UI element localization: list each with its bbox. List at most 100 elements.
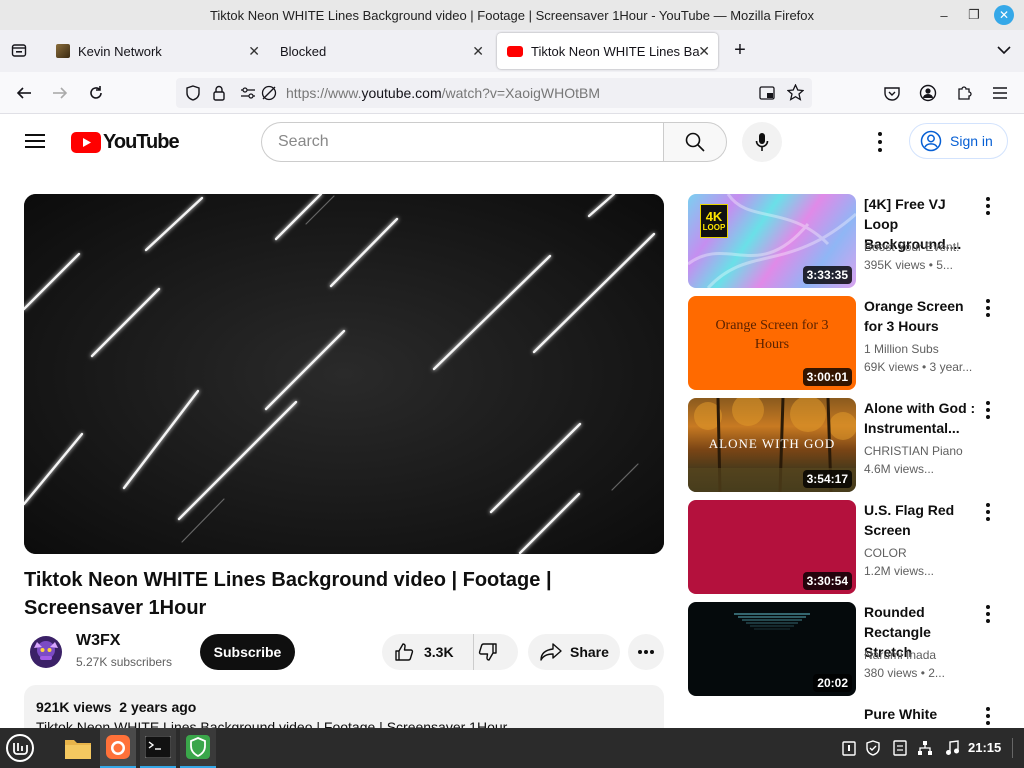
tracking-protection-shield-icon[interactable] — [186, 85, 200, 106]
recommendation-item[interactable]: Pure White — [688, 704, 1008, 728]
recommendation-more-icon[interactable] — [980, 196, 996, 216]
recommendation-channel[interactable]: CHRISTIAN Piano — [864, 444, 984, 458]
recommendation-channel[interactable]: Narumi Inada — [864, 648, 984, 662]
recommendation-thumbnail[interactable]: ALONE WITH GOD 3:54:17 — [688, 398, 856, 492]
thumbnail-text: Orange Screen for 3 Hours — [715, 318, 829, 352]
youtube-header: YouTube Search Sign in — [0, 114, 1024, 170]
tab-blocked[interactable]: Blocked ✕ — [270, 33, 492, 69]
security-shield-tray-icon[interactable] — [864, 739, 882, 757]
recommendation-more-icon[interactable] — [980, 706, 996, 726]
recommendation-more-icon[interactable] — [980, 400, 996, 420]
recommendation-thumbnail[interactable]: 3:30:54 — [688, 500, 856, 594]
lock-icon[interactable] — [213, 85, 225, 106]
subscribe-button[interactable]: Subscribe — [200, 634, 295, 670]
list-all-tabs-icon[interactable] — [992, 38, 1016, 62]
url-path: /watch?v=XaoigWHOtBM — [441, 85, 600, 101]
share-button[interactable]: Share — [528, 634, 620, 670]
voice-search-button[interactable] — [742, 122, 782, 162]
guide-menu-icon[interactable] — [24, 132, 46, 155]
tab-close-icon[interactable]: ✕ — [698, 43, 710, 60]
bookmark-star-icon[interactable] — [786, 83, 805, 106]
url-bar[interactable]: https://www.youtube.com/watch?v=XaoigWHO… — [176, 78, 812, 108]
recommendation-meta: 380 views • 2... — [864, 666, 945, 680]
duration-badge: 3:00:01 — [802, 368, 852, 386]
video-player[interactable] — [24, 194, 664, 554]
terminal-icon[interactable] — [140, 728, 176, 768]
tab-label: Kevin Network — [78, 43, 162, 59]
recommendation-thumbnail[interactable]: Orange Screen for 3 Hours 3:00:01 — [688, 296, 856, 390]
firefox-view-icon[interactable] — [7, 38, 31, 62]
recommendation-more-icon[interactable] — [980, 502, 996, 522]
start-menu-icon[interactable] — [4, 732, 36, 764]
recommendation-thumbnail[interactable]: 4K LOOP 3:33:35 — [688, 194, 856, 288]
recommendation-thumbnail[interactable]: 20:02 — [688, 602, 856, 696]
reload-icon[interactable] — [84, 81, 108, 105]
autoplay-blocked-icon[interactable] — [261, 85, 277, 106]
tab-kevin-network[interactable]: Kevin Network ✕ — [46, 33, 268, 69]
forward-icon[interactable] — [48, 81, 72, 105]
youtube-logo[interactable]: YouTube — [71, 131, 180, 154]
sign-in-button[interactable]: Sign in — [909, 123, 1008, 159]
notes-tray-icon[interactable] — [891, 739, 909, 757]
recommendation-channel[interactable]: COLOR — [864, 546, 984, 560]
firefox-taskbar-icon[interactable] — [100, 728, 136, 768]
new-tab-icon[interactable]: + — [728, 38, 752, 62]
recommendation-meta: 69K views • 3 year... — [864, 360, 973, 374]
recommendation-channel[interactable]: 1 Million Subs — [864, 342, 984, 356]
extensions-icon[interactable] — [952, 81, 976, 105]
permissions-icon[interactable] — [240, 86, 256, 105]
thumbs-up-icon — [395, 643, 414, 661]
maximize-button[interactable]: ❐ — [964, 5, 984, 25]
microphone-icon — [755, 133, 769, 151]
account-circle-icon — [920, 130, 942, 152]
pocket-icon[interactable] — [880, 81, 904, 105]
recommendation-item[interactable]: 4K LOOP 3:33:35 [4K] Free VJ Loop Backgr… — [688, 194, 1008, 288]
recommendation-title[interactable]: U.S. Flag Red Screen — [864, 500, 980, 540]
youtube-favicon-icon — [507, 45, 523, 57]
dislike-button[interactable] — [478, 642, 498, 665]
shield-app-icon[interactable] — [180, 728, 216, 768]
clipboard-tray-icon[interactable] — [840, 739, 858, 757]
channel-avatar[interactable] — [28, 634, 64, 670]
network-tray-icon[interactable] — [916, 739, 934, 757]
recommendation-more-icon[interactable] — [980, 604, 996, 624]
thumbs-down-icon — [478, 643, 497, 661]
sound-tray-icon[interactable] — [943, 739, 961, 757]
channel-name[interactable]: W3FX — [76, 632, 120, 650]
duration-badge: 20:02 — [813, 674, 852, 692]
tab-close-icon[interactable]: ✕ — [472, 43, 484, 60]
recommendation-title[interactable]: Pure White — [864, 704, 980, 724]
settings-more-icon[interactable] — [872, 132, 888, 152]
url-text[interactable]: https://www.youtube.com/watch?v=XaoigWHO… — [286, 85, 600, 101]
recommendation-title[interactable]: Alone with God : Instrumental... — [864, 398, 980, 438]
account-icon[interactable] — [916, 81, 940, 105]
clock[interactable]: 21:15 — [968, 740, 1001, 755]
recommendation-item[interactable]: 3:30:54 U.S. Flag Red Screen COLOR 1.2M … — [688, 500, 1008, 594]
navigation-bar: https://www.youtube.com/watch?v=XaoigWHO… — [0, 72, 1024, 114]
show-desktop-divider[interactable] — [1012, 738, 1013, 758]
recommendation-channel[interactable]: Boost Your Event! — [864, 240, 984, 254]
back-icon[interactable] — [12, 81, 36, 105]
picture-in-picture-icon[interactable] — [759, 85, 777, 106]
recommendation-item[interactable]: ALONE WITH GOD 3:54:17 Alone with God : … — [688, 398, 1008, 492]
description-stats: 921K views 2 years ago — [36, 699, 652, 715]
thumbnail-text: ALONE WITH GOD — [708, 436, 836, 451]
minimize-button[interactable]: – — [934, 5, 954, 25]
like-button[interactable]: 3.3K — [382, 634, 474, 670]
app-menu-icon[interactable] — [988, 81, 1012, 105]
youtube-play-logo-icon — [71, 132, 101, 153]
recommendation-item[interactable]: Orange Screen for 3 Hours 3:00:01 Orange… — [688, 296, 1008, 390]
tab-label: Blocked — [280, 43, 327, 59]
tab-close-icon[interactable]: ✕ — [248, 43, 260, 60]
recommendation-title[interactable]: Orange Screen for 3 Hours — [864, 296, 980, 336]
tab-youtube-video[interactable]: Tiktok Neon WHITE Lines Ba ✕ — [497, 33, 718, 69]
more-actions-button[interactable] — [628, 634, 664, 670]
sign-in-label: Sign in — [950, 133, 993, 149]
view-count: 921K views — [36, 699, 112, 715]
recommendation-more-icon[interactable] — [980, 298, 996, 318]
close-window-button[interactable]: ✕ — [994, 5, 1014, 25]
recommendation-item[interactable]: 20:02 Rounded Rectangle Stretch Narumi I… — [688, 602, 1008, 696]
search-button[interactable] — [663, 122, 727, 162]
file-manager-icon[interactable] — [62, 732, 94, 764]
search-input[interactable]: Search — [261, 122, 664, 162]
